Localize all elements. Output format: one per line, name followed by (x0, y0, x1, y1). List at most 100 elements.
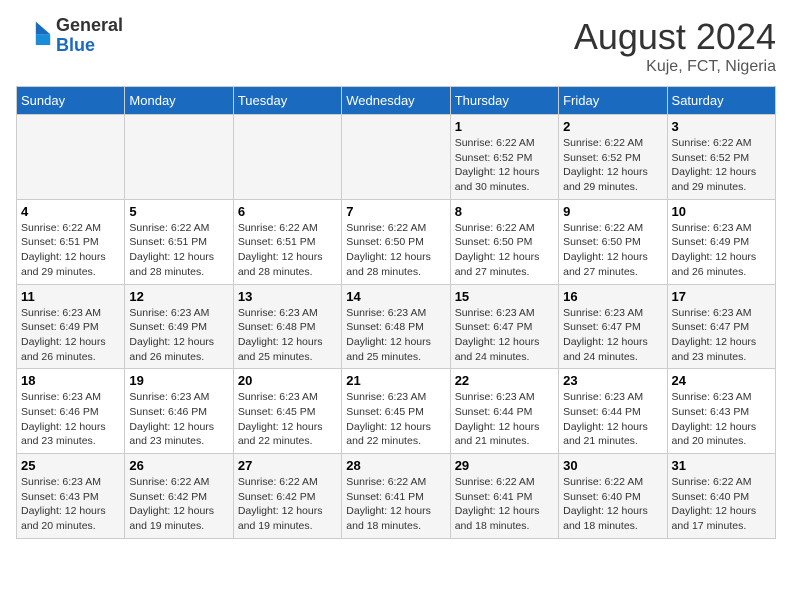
day-info: Sunrise: 6:23 AM Sunset: 6:49 PM Dayligh… (129, 306, 228, 365)
day-cell: 5 Sunrise: 6:22 AM Sunset: 6:51 PM Daylig… (125, 199, 233, 284)
day-info: Sunrise: 6:23 AM Sunset: 6:46 PM Dayligh… (129, 390, 228, 449)
day-number: 15 (455, 289, 554, 304)
day-info: Sunrise: 6:23 AM Sunset: 6:44 PM Dayligh… (563, 390, 662, 449)
day-number: 9 (563, 204, 662, 219)
header-monday: Monday (125, 87, 233, 115)
day-cell: 20 Sunrise: 6:23 AM Sunset: 6:45 PM Dayli… (233, 369, 341, 454)
calendar-header-row: SundayMondayTuesdayWednesdayThursdayFrid… (17, 87, 776, 115)
day-cell: 6Sunrise: 6:22 AM Sunset: 6:51 PM Daylig… (233, 199, 341, 284)
page-header: General Blue August 2024 Kuje, FCT, Nige… (16, 16, 776, 76)
day-cell: 8 Sunrise: 6:22 AM Sunset: 6:50 PM Daylig… (450, 199, 558, 284)
day-number: 28 (346, 458, 445, 473)
logo-general-text: General (56, 16, 123, 36)
day-number: 7 (346, 204, 445, 219)
day-info: Sunrise: 6:23 AM Sunset: 6:47 PM Dayligh… (563, 306, 662, 365)
day-number: 4 (21, 204, 120, 219)
day-number: 22 (455, 373, 554, 388)
day-number: 17 (672, 289, 771, 304)
header-tuesday: Tuesday (233, 87, 341, 115)
day-info: Sunrise: 6:23 AM Sunset: 6:43 PM Dayligh… (21, 475, 120, 534)
day-info: Sunrise: 6:22 AM Sunset: 6:40 PM Dayligh… (563, 475, 662, 534)
day-cell: 28Sunrise: 6:22 AM Sunset: 6:41 PM Dayli… (342, 454, 450, 539)
day-info: Sunrise: 6:22 AM Sunset: 6:40 PM Dayligh… (672, 475, 771, 534)
day-info: Sunrise: 6:23 AM Sunset: 6:49 PM Dayligh… (21, 306, 120, 365)
day-cell: 21 Sunrise: 6:23 AM Sunset: 6:45 PM Dayli… (342, 369, 450, 454)
day-info: Sunrise: 6:22 AM Sunset: 6:42 PM Dayligh… (238, 475, 337, 534)
location: Kuje, FCT, Nigeria (574, 58, 776, 76)
day-cell (125, 115, 233, 200)
day-number: 3 (672, 119, 771, 134)
day-cell: 15 Sunrise: 6:23 AM Sunset: 6:47 PM Dayli… (450, 284, 558, 369)
day-info: Sunrise: 6:23 AM Sunset: 6:45 PM Dayligh… (238, 390, 337, 449)
day-cell: 29 Sunrise: 6:22 AM Sunset: 6:41 PM Dayli… (450, 454, 558, 539)
title-block: August 2024 Kuje, FCT, Nigeria (574, 16, 776, 76)
day-cell: 23 Sunrise: 6:23 AM Sunset: 6:44 PM Dayli… (559, 369, 667, 454)
day-info: Sunrise: 6:22 AM Sunset: 6:51 PM Dayligh… (21, 221, 120, 280)
day-info: Sunrise: 6:23 AM Sunset: 6:46 PM Dayligh… (21, 390, 120, 449)
day-number: 6 (238, 204, 337, 219)
day-number: 25 (21, 458, 120, 473)
day-cell: 3 Sunrise: 6:22 AM Sunset: 6:52 PM Daylig… (667, 115, 775, 200)
day-info: Sunrise: 6:22 AM Sunset: 6:50 PM Dayligh… (563, 221, 662, 280)
day-cell: 27 Sunrise: 6:22 AM Sunset: 6:42 PM Dayli… (233, 454, 341, 539)
day-info: Sunrise: 6:23 AM Sunset: 6:45 PM Dayligh… (346, 390, 445, 449)
day-cell: 4 Sunrise: 6:22 AM Sunset: 6:51 PM Daylig… (17, 199, 125, 284)
day-number: 2 (563, 119, 662, 134)
week-row-3: 11Sunrise: 6:23 AM Sunset: 6:49 PM Dayli… (17, 284, 776, 369)
day-number: 30 (563, 458, 662, 473)
day-cell: 2Sunrise: 6:22 AM Sunset: 6:52 PM Daylig… (559, 115, 667, 200)
day-cell: 13Sunrise: 6:23 AM Sunset: 6:48 PM Dayli… (233, 284, 341, 369)
week-row-1: 1 Sunrise: 6:22 AM Sunset: 6:52 PM Daylig… (17, 115, 776, 200)
day-number: 24 (672, 373, 771, 388)
day-number: 31 (672, 458, 771, 473)
header-friday: Friday (559, 87, 667, 115)
day-info: Sunrise: 6:22 AM Sunset: 6:42 PM Dayligh… (129, 475, 228, 534)
day-number: 23 (563, 373, 662, 388)
week-row-4: 18Sunrise: 6:23 AM Sunset: 6:46 PM Dayli… (17, 369, 776, 454)
day-info: Sunrise: 6:23 AM Sunset: 6:47 PM Dayligh… (455, 306, 554, 365)
day-number: 16 (563, 289, 662, 304)
day-number: 20 (238, 373, 337, 388)
day-cell (342, 115, 450, 200)
day-number: 26 (129, 458, 228, 473)
day-info: Sunrise: 6:22 AM Sunset: 6:52 PM Dayligh… (672, 136, 771, 195)
month-title: August 2024 (574, 16, 776, 58)
day-cell: 19 Sunrise: 6:23 AM Sunset: 6:46 PM Dayli… (125, 369, 233, 454)
day-cell: 17 Sunrise: 6:23 AM Sunset: 6:47 PM Dayli… (667, 284, 775, 369)
day-cell: 22 Sunrise: 6:23 AM Sunset: 6:44 PM Dayli… (450, 369, 558, 454)
day-number: 19 (129, 373, 228, 388)
day-info: Sunrise: 6:22 AM Sunset: 6:51 PM Dayligh… (129, 221, 228, 280)
day-cell: 10 Sunrise: 6:23 AM Sunset: 6:49 PM Dayli… (667, 199, 775, 284)
day-number: 29 (455, 458, 554, 473)
day-info: Sunrise: 6:23 AM Sunset: 6:49 PM Dayligh… (672, 221, 771, 280)
header-saturday: Saturday (667, 87, 775, 115)
day-cell: 25 Sunrise: 6:23 AM Sunset: 6:43 PM Dayli… (17, 454, 125, 539)
logo-blue-text: Blue (56, 36, 123, 56)
day-cell: 18Sunrise: 6:23 AM Sunset: 6:46 PM Dayli… (17, 369, 125, 454)
calendar-table: SundayMondayTuesdayWednesdayThursdayFrid… (16, 86, 776, 539)
day-number: 1 (455, 119, 554, 134)
day-cell: 11Sunrise: 6:23 AM Sunset: 6:49 PM Dayli… (17, 284, 125, 369)
day-number: 8 (455, 204, 554, 219)
day-cell (233, 115, 341, 200)
day-number: 21 (346, 373, 445, 388)
day-cell: 1Sunrise: 6:22 AM Sunset: 6:52 PM Daylig… (450, 115, 558, 200)
day-info: Sunrise: 6:22 AM Sunset: 6:50 PM Dayligh… (455, 221, 554, 280)
day-info: Sunrise: 6:23 AM Sunset: 6:43 PM Dayligh… (672, 390, 771, 449)
day-number: 10 (672, 204, 771, 219)
day-info: Sunrise: 6:22 AM Sunset: 6:41 PM Dayligh… (455, 475, 554, 534)
day-info: Sunrise: 6:23 AM Sunset: 6:44 PM Dayligh… (455, 390, 554, 449)
week-row-5: 25 Sunrise: 6:23 AM Sunset: 6:43 PM Dayli… (17, 454, 776, 539)
header-thursday: Thursday (450, 87, 558, 115)
day-info: Sunrise: 6:23 AM Sunset: 6:48 PM Dayligh… (238, 306, 337, 365)
day-cell: 16 Sunrise: 6:23 AM Sunset: 6:47 PM Dayli… (559, 284, 667, 369)
day-info: Sunrise: 6:23 AM Sunset: 6:47 PM Dayligh… (672, 306, 771, 365)
day-number: 27 (238, 458, 337, 473)
day-number: 5 (129, 204, 228, 219)
day-cell: 12 Sunrise: 6:23 AM Sunset: 6:49 PM Dayli… (125, 284, 233, 369)
day-number: 12 (129, 289, 228, 304)
day-cell: 24 Sunrise: 6:23 AM Sunset: 6:43 PM Dayli… (667, 369, 775, 454)
day-cell: 7Sunrise: 6:22 AM Sunset: 6:50 PM Daylig… (342, 199, 450, 284)
day-cell: 14Sunrise: 6:23 AM Sunset: 6:48 PM Dayli… (342, 284, 450, 369)
week-row-2: 4 Sunrise: 6:22 AM Sunset: 6:51 PM Daylig… (17, 199, 776, 284)
